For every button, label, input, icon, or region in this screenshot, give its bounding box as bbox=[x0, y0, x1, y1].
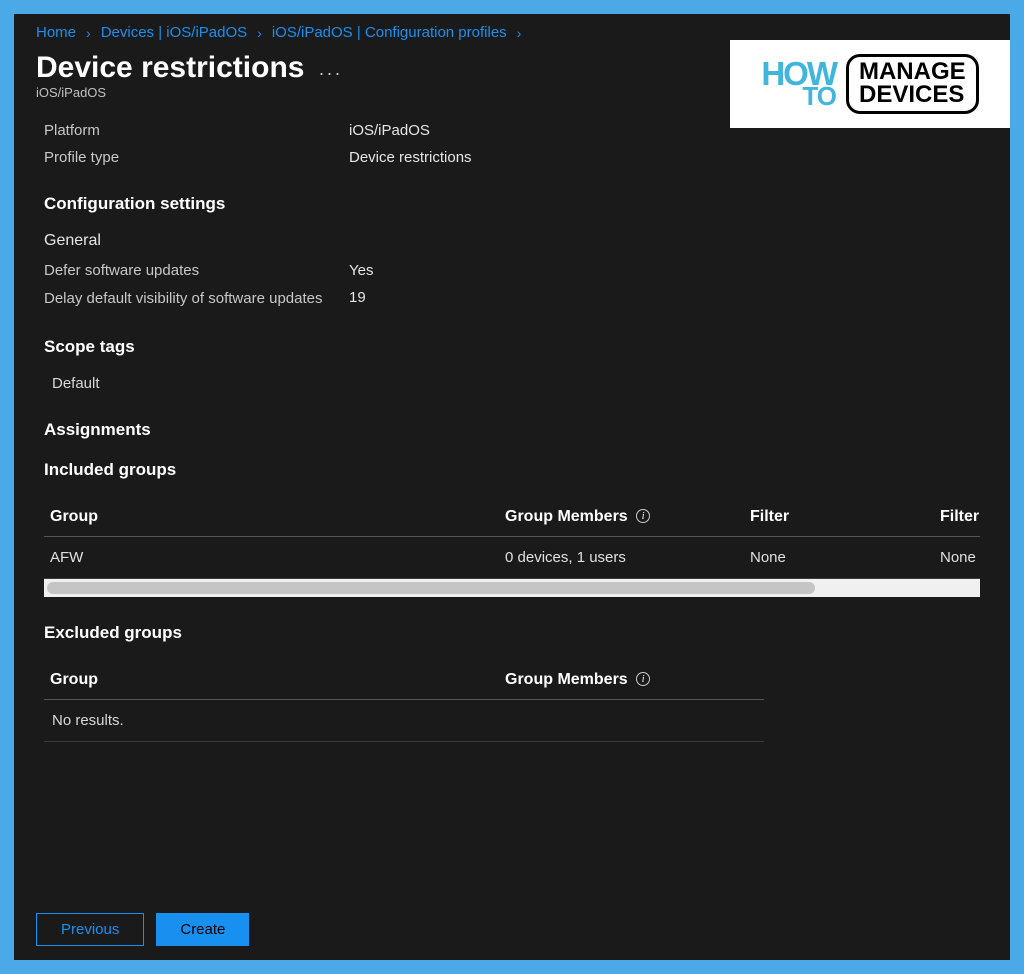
chevron-icon: › bbox=[517, 25, 522, 41]
profiletype-value: Device restrictions bbox=[349, 149, 472, 166]
breadcrumb-home[interactable]: Home bbox=[36, 24, 76, 41]
defer-updates-label: Defer software updates bbox=[44, 262, 349, 279]
main-container: Home › Devices | iOS/iPadOS › iOS/iPadOS… bbox=[14, 14, 1010, 960]
breadcrumb-devices[interactable]: Devices | iOS/iPadOS bbox=[101, 24, 247, 41]
col-header-filter: Filter bbox=[750, 508, 940, 526]
excluded-groups-table: Group Group Members i No results. bbox=[44, 661, 980, 742]
col-header-members: Group Members i bbox=[505, 671, 750, 689]
delay-visibility-row: Delay default visibility of software upd… bbox=[44, 289, 980, 309]
profiletype-label: Profile type bbox=[44, 149, 349, 166]
logo-overlay: HOW TO MANAGE DEVICES bbox=[730, 40, 1010, 128]
horizontal-scrollbar[interactable] bbox=[44, 579, 980, 597]
cell-members: 0 devices, 1 users bbox=[505, 549, 750, 566]
defer-updates-row: Defer software updates Yes bbox=[44, 262, 980, 279]
logo-right: MANAGE DEVICES bbox=[846, 54, 979, 114]
info-icon[interactable]: i bbox=[636, 509, 650, 523]
info-icon[interactable]: i bbox=[636, 672, 650, 686]
delay-visibility-value: 19 bbox=[349, 289, 366, 309]
included-groups-table: Group Group Members i Filter Filter AFW … bbox=[44, 498, 980, 597]
previous-button[interactable]: Previous bbox=[36, 913, 144, 946]
defer-updates-value: Yes bbox=[349, 262, 373, 279]
table-row[interactable]: AFW 0 devices, 1 users None None bbox=[44, 537, 980, 579]
footer-actions: Previous Create bbox=[36, 913, 249, 946]
logo-left: HOW TO bbox=[761, 62, 836, 106]
cell-filter: None bbox=[750, 549, 940, 566]
more-actions-icon[interactable]: ··· bbox=[318, 63, 342, 84]
excluded-groups-heading: Excluded groups bbox=[44, 623, 980, 643]
table-header-row: Group Group Members i Filter Filter bbox=[44, 498, 980, 537]
chevron-icon: › bbox=[257, 25, 262, 41]
platform-label: Platform bbox=[44, 122, 349, 139]
cell-filter2: None bbox=[940, 549, 980, 566]
scrollbar-thumb[interactable] bbox=[47, 582, 815, 594]
delay-visibility-label: Delay default visibility of software upd… bbox=[44, 289, 349, 309]
scope-tag-default: Default bbox=[44, 375, 980, 392]
included-groups-heading: Included groups bbox=[44, 460, 980, 480]
profiletype-row: Profile type Device restrictions bbox=[44, 149, 980, 166]
platform-value: iOS/iPadOS bbox=[349, 122, 430, 139]
cell-group: AFW bbox=[50, 549, 505, 566]
chevron-icon: › bbox=[86, 25, 91, 41]
col-header-group: Group bbox=[50, 671, 505, 689]
table-header-row: Group Group Members i bbox=[44, 661, 764, 700]
col-header-members-text: Group Members bbox=[505, 671, 628, 688]
no-results-row: No results. bbox=[44, 700, 764, 742]
col-header-filter2: Filter bbox=[940, 508, 980, 526]
create-button[interactable]: Create bbox=[156, 913, 249, 946]
content-area: Platform iOS/iPadOS Profile type Device … bbox=[14, 104, 1010, 742]
col-header-members-text: Group Members bbox=[505, 508, 628, 525]
config-settings-heading: Configuration settings bbox=[44, 194, 980, 214]
scope-tags-heading: Scope tags bbox=[44, 337, 980, 357]
breadcrumb-profiles[interactable]: iOS/iPadOS | Configuration profiles bbox=[272, 24, 507, 41]
col-header-members: Group Members i bbox=[505, 508, 750, 526]
page-title: Device restrictions bbox=[36, 51, 304, 85]
breadcrumbs: Home › Devices | iOS/iPadOS › iOS/iPadOS… bbox=[14, 14, 1010, 43]
general-heading: General bbox=[44, 232, 980, 250]
assignments-heading: Assignments bbox=[44, 420, 980, 440]
col-header-group: Group bbox=[50, 508, 505, 526]
logo-line2: DEVICES bbox=[859, 84, 966, 107]
